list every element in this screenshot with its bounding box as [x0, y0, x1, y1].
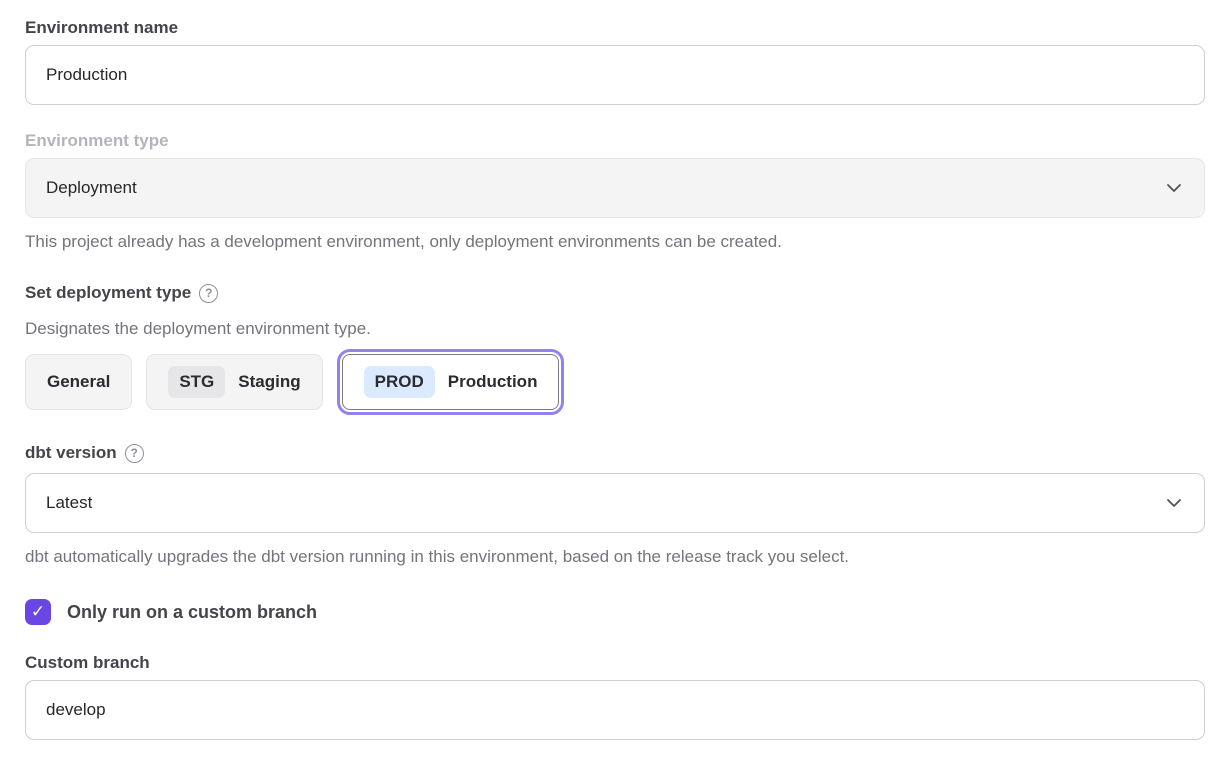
help-icon[interactable]: ?	[125, 444, 144, 463]
custom-branch-toggle-label: Only run on a custom branch	[67, 602, 317, 623]
environment-name-input[interactable]: Production	[25, 45, 1205, 105]
environment-type-label: Environment type	[25, 130, 1205, 152]
deployment-type-staging-button[interactable]: STG Staging	[146, 354, 322, 410]
production-badge: PROD	[364, 366, 435, 398]
general-button-label: General	[47, 372, 110, 392]
deployment-type-header: Set deployment type ?	[25, 282, 1205, 304]
dbt-version-label: dbt version	[25, 442, 117, 464]
deployment-type-general-button[interactable]: General	[25, 354, 132, 410]
environment-settings-form: Environment name Production Environment …	[0, 0, 1228, 740]
dbt-version-select[interactable]: Latest	[25, 473, 1205, 533]
deployment-type-options: General STG Staging PROD Production	[25, 349, 1205, 415]
help-icon[interactable]: ?	[199, 284, 218, 303]
environment-type-value: Deployment	[46, 178, 137, 198]
selected-option-focus-ring: PROD Production	[337, 349, 565, 415]
dbt-version-value: Latest	[46, 493, 92, 513]
deployment-type-production-button[interactable]: PROD Production	[342, 354, 560, 410]
staging-button-label: Staging	[238, 372, 300, 392]
custom-branch-label: Custom branch	[25, 652, 1205, 674]
custom-branch-input[interactable]: develop	[25, 680, 1205, 740]
environment-name-label: Environment name	[25, 17, 1205, 39]
check-icon: ✓	[31, 602, 45, 622]
staging-badge: STG	[168, 366, 225, 398]
production-button-label: Production	[448, 372, 538, 392]
deployment-type-description: Designates the deployment environment ty…	[25, 318, 1205, 340]
chevron-down-icon	[1166, 498, 1182, 508]
deployment-type-label: Set deployment type	[25, 282, 191, 304]
environment-type-helper-text: This project already has a development e…	[25, 231, 1205, 253]
chevron-down-icon	[1166, 183, 1182, 193]
environment-type-select: Deployment	[25, 158, 1205, 218]
custom-branch-checkbox[interactable]: ✓	[25, 599, 51, 625]
dbt-version-header: dbt version ?	[25, 442, 1205, 464]
dbt-version-helper-text: dbt automatically upgrades the dbt versi…	[25, 546, 1205, 568]
custom-branch-toggle-row: ✓ Only run on a custom branch	[25, 599, 1205, 625]
